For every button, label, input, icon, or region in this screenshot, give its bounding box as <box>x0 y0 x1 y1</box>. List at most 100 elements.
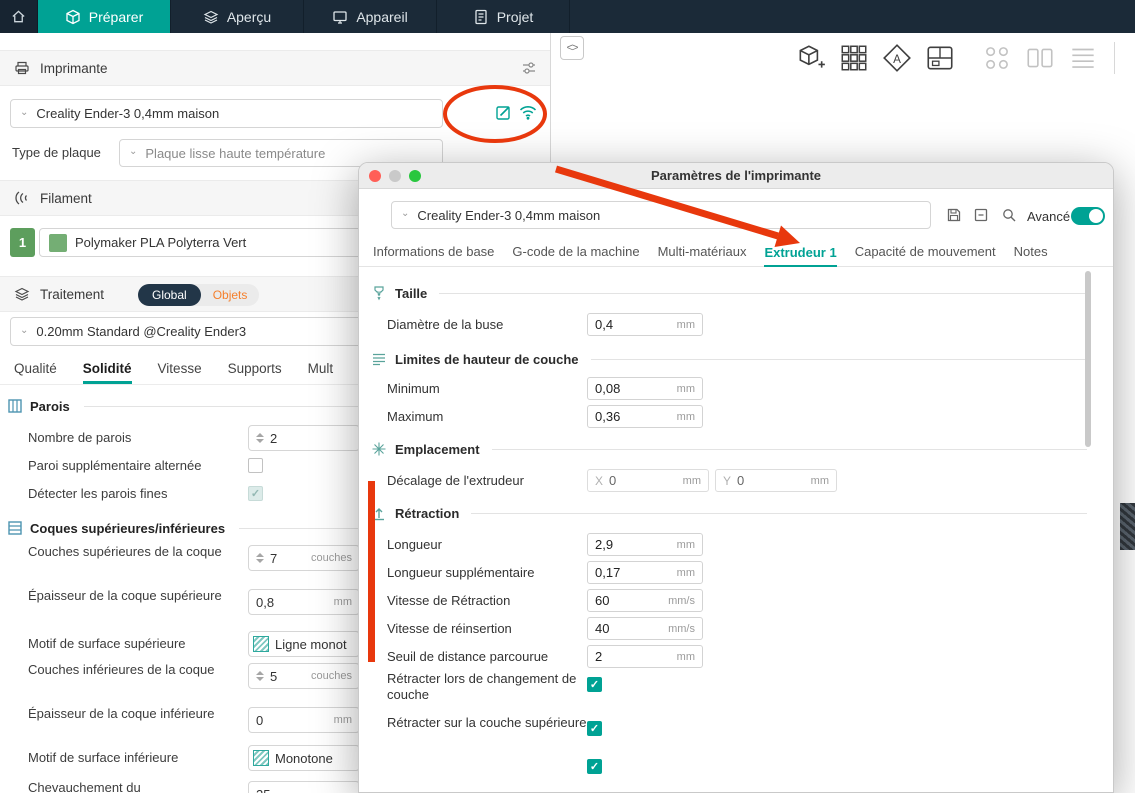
monitor-icon <box>332 9 348 25</box>
filament-slot-badge[interactable]: 1 <box>10 228 35 257</box>
retraction-section-header: Rétraction <box>371 503 1087 523</box>
tab-extruder-1[interactable]: Extrudeur 1 <box>764 245 837 267</box>
tab-basic-information[interactable]: Informations de base <box>373 244 494 266</box>
tab-machine-gcode[interactable]: G-code de la machine <box>512 244 639 266</box>
walls-icon <box>8 399 22 413</box>
tab-device[interactable]: Appareil <box>304 0 437 33</box>
tab-multimaterial[interactable]: Mult <box>308 361 334 384</box>
sidebar-collapse-button[interactable]: <> <box>560 36 584 60</box>
nozzle-diameter-input[interactable]: 0,4 mm <box>587 313 703 336</box>
dialog-titlebar: Paramètres de l'imprimante <box>359 163 1113 189</box>
layer-limits-section-header: Limites de hauteur de couche <box>371 349 1087 369</box>
bottom-shell-thickness-input[interactable]: 0 mm <box>248 707 360 733</box>
bottom-shell-layers-spinner[interactable]: 5 couches <box>248 663 360 689</box>
advanced-mode-toggle[interactable] <box>1071 207 1105 225</box>
extruder-offset-x-input[interactable]: X 0 mm <box>587 469 709 492</box>
layer-min-input[interactable]: 0,08 mm <box>587 377 703 400</box>
tab-preview[interactable]: Aperçu <box>171 0 304 33</box>
dialog-preset-select[interactable]: ⌄ Creality Ender-3 0,4mm maison <box>391 201 931 229</box>
tab-notes[interactable]: Notes <box>1014 244 1048 266</box>
unit-label: mm <box>676 650 695 663</box>
delete-preset-icon[interactable] <box>973 207 989 223</box>
spinner-arrows-icon[interactable] <box>256 553 264 563</box>
tab-project-label: Projet <box>496 8 534 25</box>
nozzle-diameter-value: 0,4 <box>595 317 614 332</box>
process-section-title: Traitement <box>40 286 105 302</box>
filament-preset-value: Polymaker PLA Polyterra Vert <box>75 235 247 250</box>
spinner-arrows-icon[interactable] <box>256 433 264 443</box>
printer-preset-select[interactable]: ⌄ Creality Ender-3 0,4mm maison <box>10 99 443 128</box>
retraction-icon <box>371 505 387 521</box>
layer-min-label: Minimum <box>387 381 440 396</box>
chevron-down-icon: ⌄ <box>20 106 29 118</box>
tab-project[interactable]: Projet <box>437 0 570 33</box>
alternate-extra-wall-label: Paroi supplémentaire alternée <box>28 458 202 473</box>
unit-label: mm <box>676 318 695 331</box>
unit-label: mm/s <box>668 622 695 635</box>
nozzle-icon <box>371 285 387 301</box>
tab-strength[interactable]: Solidité <box>82 361 132 384</box>
top-shell-thickness-input[interactable]: 0,8 mm <box>248 589 360 615</box>
retract-on-layer-change-checkbox[interactable]: ✓ <box>587 677 602 692</box>
save-preset-icon[interactable] <box>946 207 962 223</box>
tab-quality[interactable]: Qualité <box>14 361 57 384</box>
variable-layer-icon[interactable] <box>1067 42 1099 74</box>
chevron-down-icon: ⌄ <box>401 208 410 219</box>
plate-layout-icon[interactable] <box>924 42 956 74</box>
top-shell-layers-spinner[interactable]: 7 couches <box>248 545 360 571</box>
cube-icon <box>65 9 81 25</box>
detect-thin-walls-checkbox[interactable]: ✓ <box>248 486 263 501</box>
wifi-icon[interactable] <box>519 105 537 120</box>
divider <box>491 448 1087 450</box>
travel-threshold-input[interactable]: 2 mm <box>587 645 703 668</box>
tab-motion-ability[interactable]: Capacité de mouvement <box>855 244 996 266</box>
minimize-window-button[interactable] <box>389 169 401 182</box>
top-shell-layers-value: 7 <box>270 550 278 566</box>
alternate-extra-wall-checkbox[interactable] <box>248 458 263 473</box>
bottom-surface-pattern-select[interactable]: Monotone <box>248 745 360 771</box>
retraction-length-label: Longueur <box>387 537 442 552</box>
layer-limits-section-title: Limites de hauteur de couche <box>395 351 579 367</box>
unit-label: couches <box>311 670 352 682</box>
wall-loops-spinner[interactable]: 2 <box>248 425 360 451</box>
zoom-window-button[interactable] <box>409 169 421 182</box>
extruder-offset-y-input[interactable]: Y 0 mm <box>715 469 837 492</box>
home-button[interactable] <box>0 0 38 33</box>
overlap-input[interactable]: 25 <box>248 781 360 793</box>
spinner-arrows-icon[interactable] <box>256 671 264 681</box>
tab-multimaterial[interactable]: Multi-matériaux <box>658 244 747 266</box>
chevron-down-icon: ⌄ <box>20 324 29 336</box>
retraction-speed-input[interactable]: 60 mm/s <box>587 589 703 612</box>
filament-icon <box>14 190 30 206</box>
split-parts-icon[interactable] <box>1024 42 1056 74</box>
layer-max-input[interactable]: 0,36 mm <box>587 405 703 428</box>
deretraction-speed-input[interactable]: 40 mm/s <box>587 617 703 640</box>
tab-supports[interactable]: Supports <box>228 361 282 384</box>
layer-height-icon <box>371 351 387 367</box>
top-surface-pattern-select[interactable]: Ligne monot <box>248 631 360 657</box>
partial-bottom-checkbox[interactable]: ✓ <box>587 759 602 774</box>
parameter-settings-icon[interactable] <box>521 60 537 76</box>
scope-objects-pill[interactable]: Objets <box>201 284 260 306</box>
auto-arrange-icon[interactable]: A <box>881 42 913 74</box>
retraction-length-input[interactable]: 2,9 mm <box>587 533 703 556</box>
close-window-button[interactable] <box>369 169 381 182</box>
split-objects-icon[interactable] <box>981 42 1013 74</box>
check-icon: ✓ <box>589 679 600 691</box>
array-icon[interactable] <box>838 42 870 74</box>
extra-length-input[interactable]: 0,17 mm <box>587 561 703 584</box>
tab-speed[interactable]: Vitesse <box>158 361 202 384</box>
layer-min-value: 0,08 <box>595 381 621 396</box>
search-icon[interactable] <box>1001 207 1017 223</box>
bottom-surface-pattern-label: Motif de surface inférieure <box>28 750 179 765</box>
dialog-scrollbar[interactable] <box>1085 271 1091 447</box>
unit-label: mm <box>676 566 695 579</box>
tab-prepare[interactable]: Préparer <box>38 0 171 33</box>
unit-label: mm <box>682 474 701 487</box>
retract-on-top-layer-label: Rétracter sur la couche supérieure <box>387 715 587 730</box>
scope-global-pill[interactable]: Global <box>138 284 201 306</box>
retract-on-top-layer-checkbox[interactable]: ✓ <box>587 721 602 736</box>
retraction-length-value: 2,9 <box>595 537 614 552</box>
add-object-icon[interactable] <box>795 42 827 74</box>
edit-printer-icon[interactable] <box>495 104 512 121</box>
